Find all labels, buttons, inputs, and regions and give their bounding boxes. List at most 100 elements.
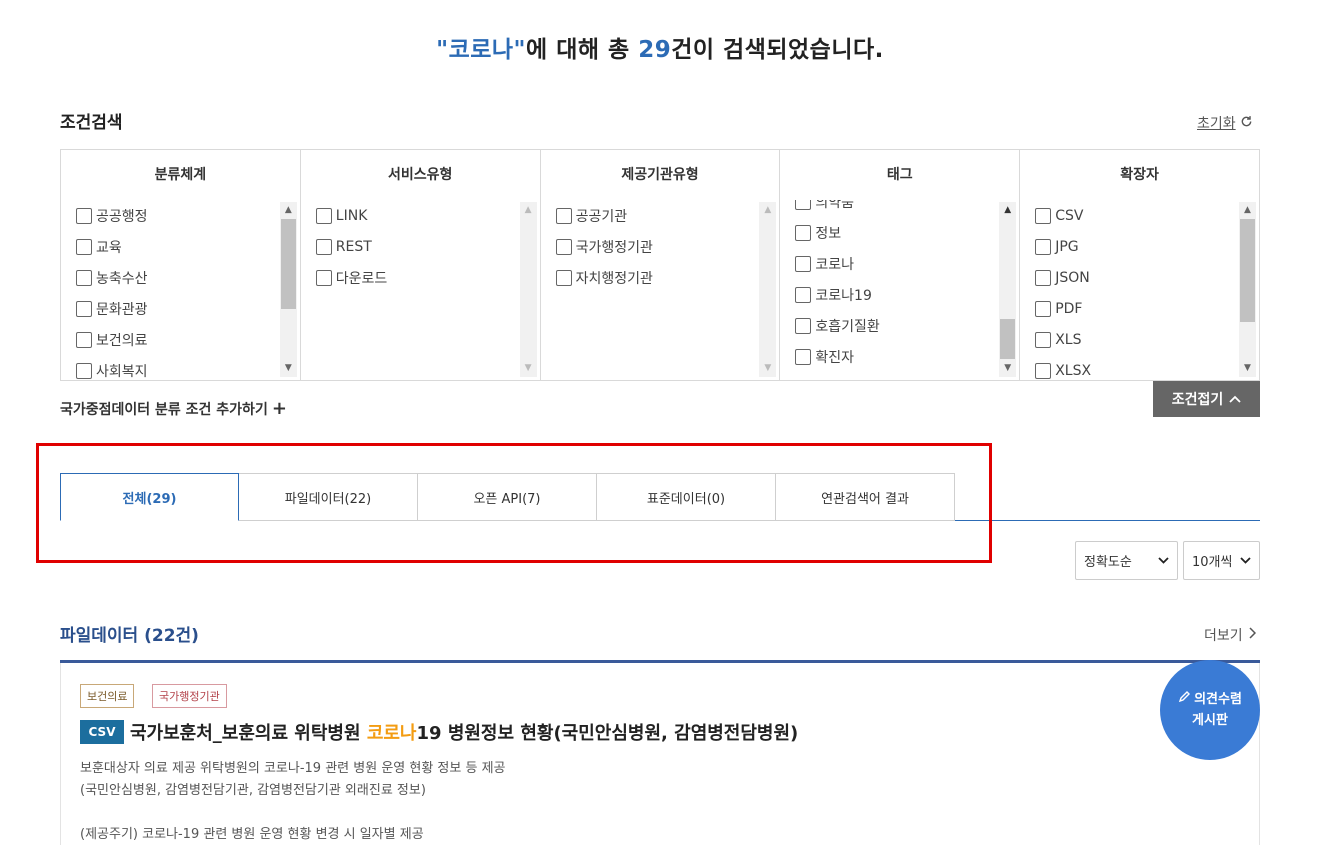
option-label: 확진자 bbox=[815, 349, 855, 366]
plus-icon: + bbox=[271, 398, 287, 419]
scroll-thumb[interactable] bbox=[1000, 319, 1016, 359]
reset-button[interactable]: 초기화 bbox=[1197, 113, 1253, 133]
option-item[interactable]: JSON bbox=[1035, 262, 1259, 293]
scroll-up-arrow-icon[interactable]: ▲ bbox=[999, 202, 1016, 219]
checkbox[interactable] bbox=[1035, 362, 1052, 379]
fab-label-1: 의견수렴 bbox=[1194, 692, 1242, 707]
checkbox[interactable] bbox=[76, 269, 92, 286]
fab-label-2: 게시판 bbox=[1192, 713, 1228, 728]
scroll-down-arrow-icon[interactable]: ▼ bbox=[520, 360, 537, 377]
checkbox[interactable] bbox=[1035, 300, 1052, 317]
option-label: 정보 bbox=[815, 225, 842, 242]
option-item[interactable]: 사회복지 bbox=[76, 355, 300, 380]
checkbox[interactable] bbox=[555, 207, 572, 224]
option-label: 의약품 bbox=[815, 200, 855, 211]
option-item[interactable]: LINK bbox=[315, 200, 540, 231]
option-item[interactable]: 자치행정기관 bbox=[555, 262, 780, 293]
scroll-up-arrow-icon[interactable]: ▲ bbox=[520, 202, 537, 219]
option-item[interactable]: CSV bbox=[1035, 200, 1259, 231]
option-list[interactable]: LINK REST 다운로드 bbox=[301, 200, 540, 380]
search-keyword: 코로나 bbox=[448, 37, 514, 63]
checkbox[interactable] bbox=[1035, 238, 1052, 255]
column-header: 제공기관유형 bbox=[621, 167, 699, 183]
option-label: 자치행정기관 bbox=[575, 270, 653, 287]
option-item[interactable]: 문화관광 bbox=[76, 293, 300, 324]
title-keyword: 코로나 bbox=[366, 723, 417, 744]
checkbox[interactable] bbox=[76, 331, 92, 348]
option-list[interactable]: CSV JPG JSON PDF XLS XLSX bbox=[1020, 200, 1259, 380]
option-item[interactable]: 국가행정기관 bbox=[555, 231, 780, 262]
scroll-down-arrow-icon[interactable]: ▼ bbox=[999, 360, 1016, 377]
scroll-thumb[interactable] bbox=[280, 219, 296, 309]
option-item[interactable]: 확진자 bbox=[795, 341, 1019, 372]
option-item[interactable]: 의약품 bbox=[795, 200, 1019, 217]
checkbox[interactable] bbox=[315, 269, 332, 286]
option-item[interactable]: 보건의료 bbox=[76, 324, 300, 355]
per-page-select[interactable]: 10개씩 bbox=[1183, 541, 1260, 580]
checkbox[interactable] bbox=[795, 317, 812, 334]
checkbox[interactable] bbox=[1035, 207, 1052, 224]
reset-label: 초기화 bbox=[1197, 116, 1236, 132]
scrollbar[interactable]: ▲ ▼ bbox=[279, 202, 297, 377]
checkbox[interactable] bbox=[76, 207, 92, 224]
option-label: 공공기관 bbox=[575, 208, 628, 225]
sort-order-select[interactable]: 정확도순 bbox=[1075, 541, 1178, 580]
scrollbar[interactable]: ▲ ▼ bbox=[759, 202, 777, 377]
checkbox[interactable] bbox=[795, 224, 812, 241]
checkbox[interactable] bbox=[315, 207, 332, 224]
collapse-conditions-button[interactable]: 조건접기 bbox=[1153, 381, 1260, 417]
option-item[interactable]: 호흡기질환 bbox=[795, 310, 1019, 341]
checkbox[interactable] bbox=[1035, 269, 1052, 286]
option-item[interactable]: XLSX bbox=[1035, 355, 1259, 380]
option-list[interactable]: 공공행정 교육 농축수산 문화관광 보건의료 사회복지 bbox=[61, 200, 300, 380]
option-item[interactable]: 코로나19 bbox=[795, 279, 1019, 310]
checkbox[interactable] bbox=[1035, 331, 1052, 348]
checkbox[interactable] bbox=[76, 238, 92, 255]
checkbox[interactable] bbox=[795, 286, 812, 303]
option-label: CSV bbox=[1055, 207, 1084, 224]
checkbox[interactable] bbox=[795, 255, 812, 272]
filter-column-provider-type: 제공기관유형 공공기관 국가행정기관 자치행정기관 ▲ ▼ bbox=[541, 150, 781, 380]
option-item[interactable]: 코로나 bbox=[795, 248, 1019, 279]
scrollbar[interactable]: ▲ ▼ bbox=[1238, 202, 1256, 377]
result-description: (제공주기) 코로나-19 관련 병원 운영 현황 변경 시 일자별 제공 bbox=[80, 827, 424, 842]
option-item[interactable]: 다운로드 bbox=[315, 262, 540, 293]
option-item[interactable]: PDF bbox=[1035, 293, 1259, 324]
option-list[interactable]: 공공기관 국가행정기관 자치행정기관 bbox=[541, 200, 780, 380]
option-item[interactable]: 공공행정 bbox=[76, 200, 300, 231]
option-item[interactable]: 교육 bbox=[76, 231, 300, 262]
scroll-up-arrow-icon[interactable]: ▲ bbox=[1239, 202, 1256, 219]
filter-column-extension: 확장자 CSV JPG JSON PDF XLS XLSX ▲ ▼ bbox=[1020, 150, 1259, 380]
pencil-icon bbox=[1178, 689, 1191, 710]
option-item[interactable]: REST bbox=[315, 231, 540, 262]
option-item[interactable]: JPG bbox=[1035, 231, 1259, 262]
checkbox[interactable] bbox=[76, 362, 92, 379]
checkbox[interactable] bbox=[795, 348, 812, 365]
scroll-down-arrow-icon[interactable]: ▼ bbox=[759, 360, 776, 377]
scroll-down-arrow-icon[interactable]: ▼ bbox=[280, 360, 297, 377]
option-item[interactable]: 농축수산 bbox=[76, 262, 300, 293]
highlight-box bbox=[36, 443, 992, 563]
feedback-board-button[interactable]: 의견수렴 게시판 bbox=[1160, 660, 1260, 760]
option-label: 코로나 bbox=[815, 256, 855, 273]
checkbox[interactable] bbox=[795, 200, 812, 210]
scroll-up-arrow-icon[interactable]: ▲ bbox=[280, 202, 297, 219]
scroll-up-arrow-icon[interactable]: ▲ bbox=[759, 202, 776, 219]
checkbox[interactable] bbox=[555, 238, 572, 255]
checkbox[interactable] bbox=[555, 269, 572, 286]
option-item[interactable]: 정보 bbox=[795, 217, 1019, 248]
chevron-down-icon bbox=[1158, 554, 1169, 567]
checkbox[interactable] bbox=[315, 238, 332, 255]
scroll-down-arrow-icon[interactable]: ▼ bbox=[1239, 360, 1256, 377]
scrollbar[interactable]: ▲ ▼ bbox=[999, 202, 1017, 377]
chevron-up-icon bbox=[1229, 391, 1241, 407]
add-national-data-condition-button[interactable]: 국가중점데이터 분류 조건 추가하기 + bbox=[60, 398, 287, 419]
checkbox[interactable] bbox=[76, 300, 92, 317]
scroll-thumb[interactable] bbox=[1239, 219, 1255, 322]
scrollbar[interactable]: ▲ ▼ bbox=[519, 202, 537, 377]
more-link[interactable]: 더보기 bbox=[1204, 625, 1256, 645]
option-item[interactable]: XLS bbox=[1035, 324, 1259, 355]
option-item[interactable]: 공공기관 bbox=[555, 200, 780, 231]
result-title-link[interactable]: 국가보훈처_보훈의료 위탁병원 코로나19 병원정보 현황(국민안심병원, 감염… bbox=[130, 719, 798, 745]
option-list[interactable]: 의약품 정보 코로나 코로나19 호흡기질환 확진자 bbox=[780, 200, 1019, 380]
